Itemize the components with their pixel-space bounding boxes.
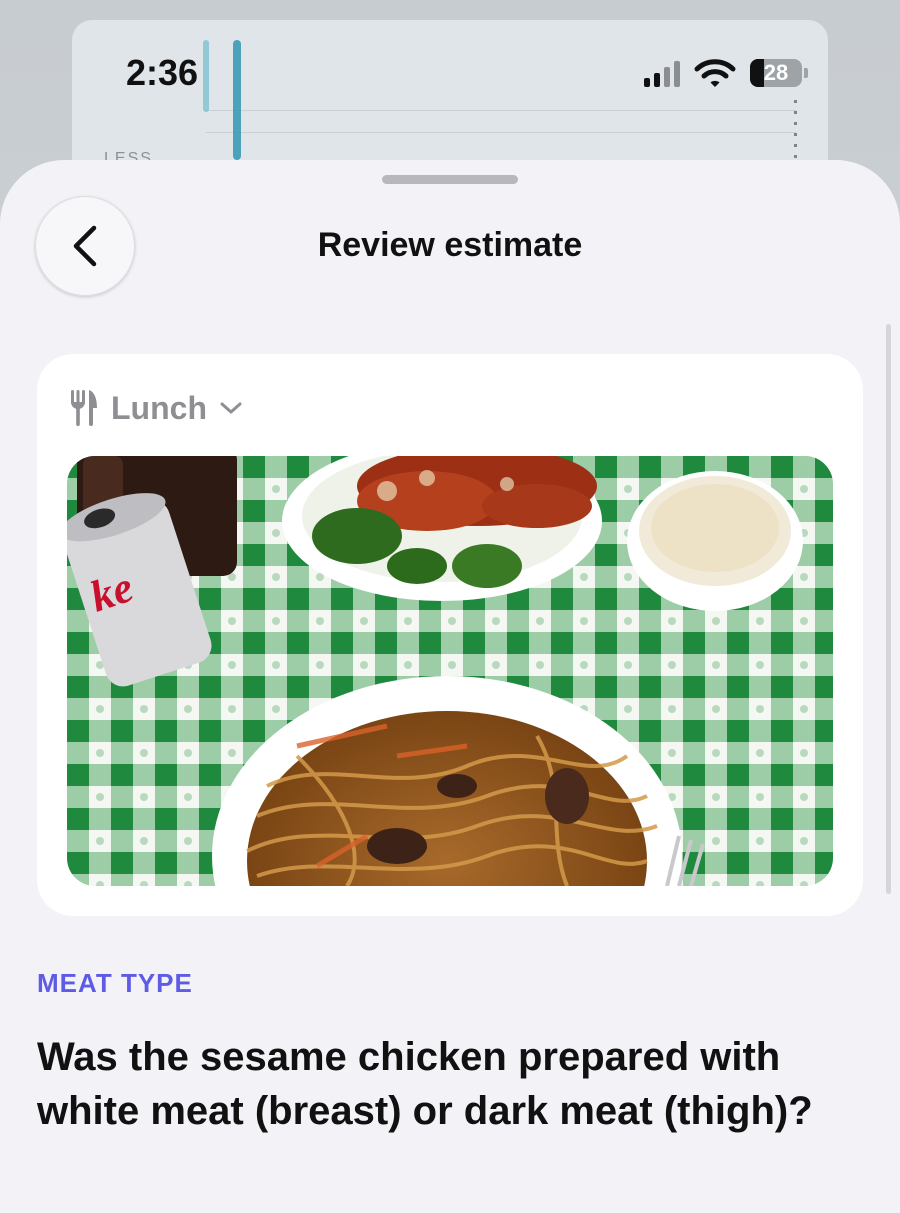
status-time: 2:36: [126, 52, 199, 93]
wifi-icon: [694, 59, 736, 87]
background-dotted-line: [794, 100, 797, 160]
status-icons: 28: [644, 56, 808, 90]
fork-knife-icon: [71, 390, 97, 426]
meal-type-selector[interactable]: Lunch: [69, 388, 243, 428]
screen: LESS 2:36 28 Review estimate Lunch ke ME…: [0, 0, 900, 1213]
meal-type-label: Lunch: [111, 389, 207, 426]
battery-percent: 28: [763, 60, 789, 85]
cellular-signal-icon: [644, 59, 680, 87]
meal-card: Lunch ke: [37, 354, 863, 916]
background-chart-bar: [203, 40, 209, 112]
meal-photo-illustration: ke: [67, 456, 833, 886]
page-title: Review estimate: [317, 226, 583, 264]
question-category-label: MEAT TYPE: [37, 968, 193, 998]
sheet-grabber[interactable]: [382, 175, 518, 184]
chevron-down-icon: [220, 402, 242, 414]
background-chart-bar: [233, 40, 241, 160]
meal-photo[interactable]: ke: [67, 456, 833, 886]
battery-icon: 28: [750, 59, 802, 87]
background-gridline: [206, 132, 796, 133]
scrollbar[interactable]: [886, 324, 891, 894]
battery-tip: [804, 68, 808, 78]
question-text: Was the sesame chicken prepared with whi…: [37, 1035, 813, 1133]
background-gridline: [206, 110, 796, 111]
review-estimate-sheet: Review estimate Lunch ke MEAT TYPE Was t…: [0, 160, 900, 1213]
